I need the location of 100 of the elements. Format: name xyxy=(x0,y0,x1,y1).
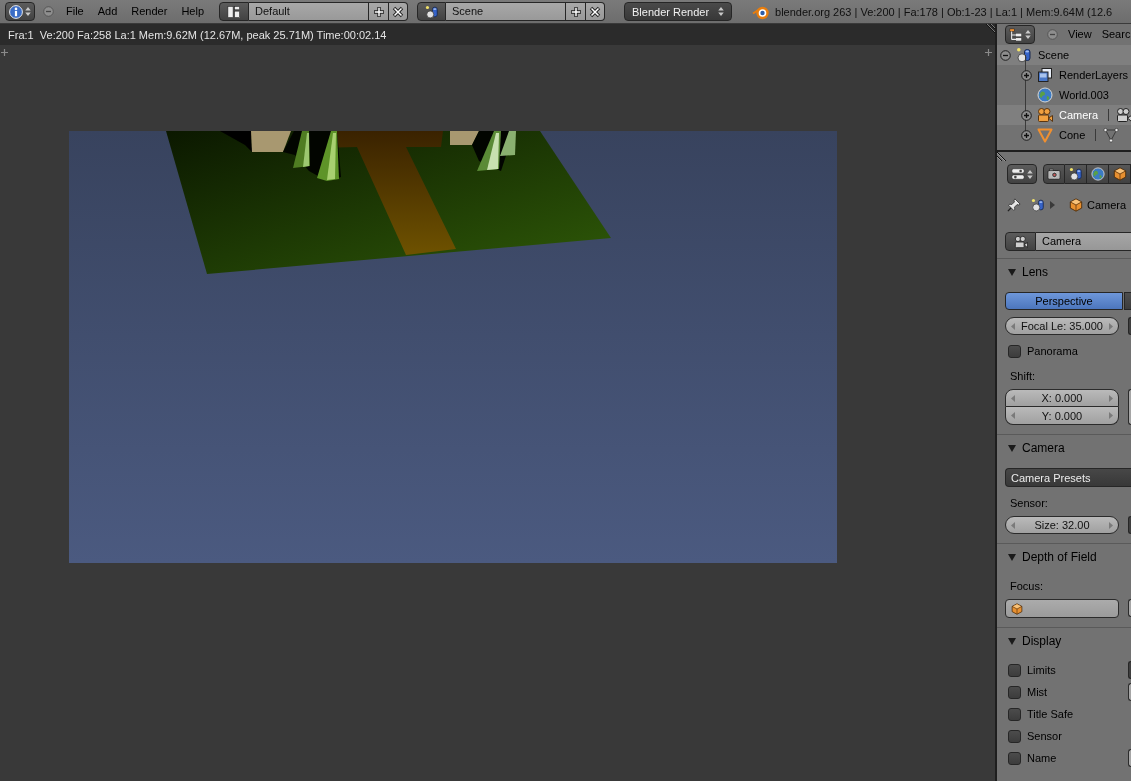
checkbox[interactable] xyxy=(1008,344,1021,358)
datablock-name-field[interactable]: Camera xyxy=(1036,232,1131,251)
menu-item[interactable]: File xyxy=(59,2,91,21)
panel-header[interactable]: Display xyxy=(997,628,1131,653)
context-tab[interactable] xyxy=(1109,164,1131,184)
scene-icon xyxy=(1068,167,1083,181)
field-label: Focus: xyxy=(1009,579,1044,594)
up-down-arrows-icon xyxy=(1027,168,1033,180)
context-tab[interactable] xyxy=(1087,164,1109,184)
object-field[interactable] xyxy=(1005,599,1119,618)
corner-grip-icon[interactable] xyxy=(997,152,1006,161)
corner-grip-icon[interactable] xyxy=(986,24,995,33)
checkbox-label[interactable]: Name xyxy=(1027,752,1057,764)
corner-plus-icon[interactable] xyxy=(1,49,8,56)
cube-icon xyxy=(1112,167,1127,181)
scene-stats-text: blender.org 263 | Ve:200 | Fa:178 | Ob:1-23 | La:1 | Mem:9.64M (12.6 xyxy=(775,5,1113,18)
checkbox-label[interactable]: Sensor xyxy=(1027,730,1062,742)
corner-plus-icon[interactable] xyxy=(985,49,992,56)
plus-icon xyxy=(569,5,582,18)
scene-icon xyxy=(424,4,439,19)
plus-circle-icon[interactable] xyxy=(1021,69,1032,81)
render-layers-icon xyxy=(1037,67,1053,83)
cut-off-field[interactable] xyxy=(1128,749,1131,767)
checkbox[interactable] xyxy=(1008,729,1021,743)
context-tab[interactable] xyxy=(1043,164,1065,184)
editor-type-button[interactable] xyxy=(1005,25,1035,44)
tree-item[interactable]: World.003 xyxy=(997,85,1131,105)
plus-circle-icon[interactable] xyxy=(1021,129,1032,141)
cube-icon xyxy=(1011,602,1023,615)
scene-icon xyxy=(1031,198,1045,212)
panel-header[interactable]: Camera xyxy=(997,435,1131,460)
vertex-triangle-icon xyxy=(1103,127,1120,143)
minus-circle-icon[interactable] xyxy=(1047,29,1058,40)
tree-item[interactable]: Cone xyxy=(997,125,1131,145)
movie-camera-icon xyxy=(1013,234,1028,249)
add-button[interactable] xyxy=(566,2,586,21)
checkbox-label[interactable]: Title Safe xyxy=(1027,708,1074,720)
globe-icon xyxy=(1037,87,1053,103)
checkbox[interactable] xyxy=(1008,707,1021,721)
layout-button[interactable] xyxy=(219,2,249,21)
checkbox-label[interactable]: Limits xyxy=(1027,664,1056,676)
cube-icon xyxy=(1069,198,1083,212)
field-label: Shift: xyxy=(1009,369,1037,384)
minus-circle-icon[interactable] xyxy=(43,6,54,17)
layout-name-field[interactable]: Default xyxy=(249,2,369,21)
up-down-arrows-icon xyxy=(718,6,724,17)
delete-button[interactable] xyxy=(389,2,408,21)
checkbox-label[interactable]: Panorama xyxy=(1027,345,1078,357)
minus-circle-icon[interactable] xyxy=(1000,49,1011,61)
tree-item[interactable]: Scene xyxy=(997,45,1131,65)
layout-icon xyxy=(227,4,241,19)
camera-icon xyxy=(1047,167,1061,181)
toggle-icon xyxy=(1011,167,1025,181)
add-button[interactable] xyxy=(369,2,389,21)
context-tab[interactable] xyxy=(1065,164,1087,184)
checkbox[interactable] xyxy=(1008,685,1021,699)
tree-list-icon xyxy=(1009,27,1023,42)
scene-button[interactable] xyxy=(417,2,446,21)
checkbox[interactable] xyxy=(1008,751,1021,765)
cut-off-field[interactable] xyxy=(1128,599,1131,617)
plus-icon xyxy=(372,5,385,18)
cut-off-menu[interactable] xyxy=(1128,317,1131,335)
panel-header[interactable]: Lens xyxy=(997,259,1131,284)
info-icon xyxy=(9,4,23,19)
render-engine-dropdown[interactable]: Blender Render xyxy=(624,2,732,21)
tab[interactable]: Perspective xyxy=(1005,292,1123,310)
up-down-arrows-icon xyxy=(25,6,31,17)
movie-camera-icon xyxy=(1116,107,1131,123)
tree-item[interactable]: Camera xyxy=(997,105,1131,125)
scene-name-field[interactable]: Scene xyxy=(446,2,566,21)
breadcrumb-label: Camera xyxy=(1087,199,1127,211)
editor-type-button[interactable] xyxy=(5,2,35,21)
menu-item[interactable]: View xyxy=(1063,25,1097,44)
globe-icon xyxy=(1090,167,1105,181)
render-info-text: Fra:1 Ve:200 Fa:258 La:1 Mem:9.62M (12.67M, peak 25.71M) Time:00:02.14 xyxy=(8,28,387,41)
cut-off-menu[interactable] xyxy=(1128,661,1131,679)
pin-icon[interactable] xyxy=(1007,198,1021,212)
close-icon xyxy=(589,5,601,18)
menu-item[interactable]: Render xyxy=(124,2,175,21)
presets-menu[interactable]: Camera Presets xyxy=(1005,468,1131,487)
editor-type-button[interactable] xyxy=(1007,164,1037,184)
tree-item[interactable]: RenderLayers xyxy=(997,65,1131,85)
checkbox[interactable] xyxy=(1008,663,1021,677)
menu-item[interactable]: Add xyxy=(90,2,125,21)
chevron-right-icon xyxy=(1050,201,1055,209)
plus-circle-icon[interactable] xyxy=(1021,109,1032,121)
close-icon xyxy=(392,5,404,18)
menu-item[interactable]: Searc xyxy=(1096,25,1131,44)
checkbox-label[interactable]: Mist xyxy=(1027,686,1048,698)
panel-header[interactable]: Depth of Field xyxy=(997,544,1131,569)
data-browse-button[interactable] xyxy=(1005,232,1036,251)
delete-button[interactable] xyxy=(586,2,605,21)
menu-item[interactable]: Help xyxy=(174,2,211,21)
triangle-icon xyxy=(1037,127,1053,143)
cut-off-menu[interactable] xyxy=(1128,516,1131,534)
cut-off-field[interactable] xyxy=(1128,389,1131,425)
field-label: Sensor: xyxy=(1009,496,1049,511)
scene-icon xyxy=(1016,47,1032,63)
cut-off-field[interactable] xyxy=(1128,683,1131,701)
up-down-arrows-icon xyxy=(1025,29,1031,40)
